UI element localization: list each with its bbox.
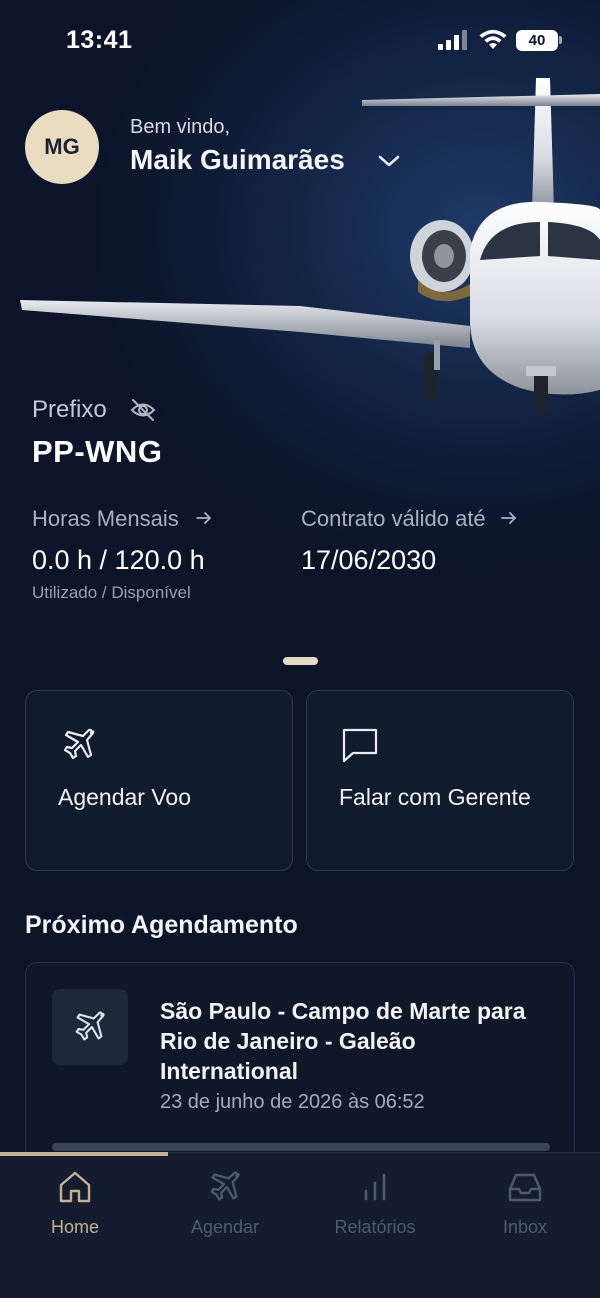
horizontal-scrollbar[interactable] [52,1143,550,1151]
tab-inbox[interactable]: Inbox [450,1167,600,1238]
welcome-text: Bem vindo, [130,116,231,138]
wifi-icon [479,29,507,49]
next-booking-title: Próximo Agendamento [25,911,298,939]
user-name[interactable]: Maik Guimarães [130,144,345,176]
talk-to-manager-button[interactable]: Falar com Gerente [306,690,574,871]
bar-chart-icon [364,1173,386,1201]
plane-icon [63,728,95,760]
tab-home-label: Home [50,1217,99,1237]
plane-icon [210,1171,240,1201]
prefix-value: PP-WNG [32,434,163,469]
monthly-hours-label: Horas Mensais [32,506,179,531]
arrow-right-icon [195,512,211,524]
battery-level: 40 [516,30,558,51]
home-icon [59,1171,91,1203]
chat-icon [342,728,378,763]
contract-value: 17/06/2030 [301,545,437,575]
plane-icon [75,1011,105,1041]
talk-to-manager-label: Falar com Gerente [339,784,531,810]
tab-inbox-label: Inbox [502,1217,548,1237]
monthly-hours-value: 0.0 h / 120.0 h [32,545,205,575]
tab-relatorios[interactable]: Relatórios [300,1167,450,1238]
next-booking-card[interactable]: São Paulo - Campo de Marte para Rio de J… [25,962,575,1162]
schedule-flight-button[interactable]: Agendar Voo [25,690,293,871]
contract-link[interactable]: Contrato válido até [301,506,518,532]
schedule-flight-label: Agendar Voo [58,784,192,810]
tab-home[interactable]: Home [0,1167,150,1238]
arrow-right-icon [500,512,516,524]
tab-bar: Home Agendar Relatórios Inbox [0,1152,600,1298]
booking-icon-box [52,989,128,1065]
battery-tip [559,36,562,44]
inbox-icon [508,1173,542,1202]
booking-route: São Paulo - Campo de Marte para Rio de J… [160,998,526,1084]
booking-date: 23 de junho de 2026 às 06:52 [160,1091,425,1113]
tab-agendar-label: Agendar [190,1217,260,1237]
prefix-label: Prefixo [32,396,107,423]
tab-agendar[interactable]: Agendar [150,1167,300,1238]
status-icons: 40 [438,28,562,54]
eye-off-icon[interactable] [129,396,157,424]
active-tab-indicator [0,1152,168,1156]
status-time: 13:41 [66,26,133,54]
avatar[interactable]: MG [25,110,99,184]
monthly-hours-subtitle: Utilizado / Disponível [32,583,191,602]
monthly-hours-link[interactable]: Horas Mensais [32,506,213,532]
page-indicator[interactable] [283,657,318,665]
chevron-down-icon[interactable] [376,152,402,170]
cellular-signal-icon [438,30,467,50]
tab-relatorios-label: Relatórios [334,1217,416,1237]
contract-label: Contrato válido até [301,506,486,531]
